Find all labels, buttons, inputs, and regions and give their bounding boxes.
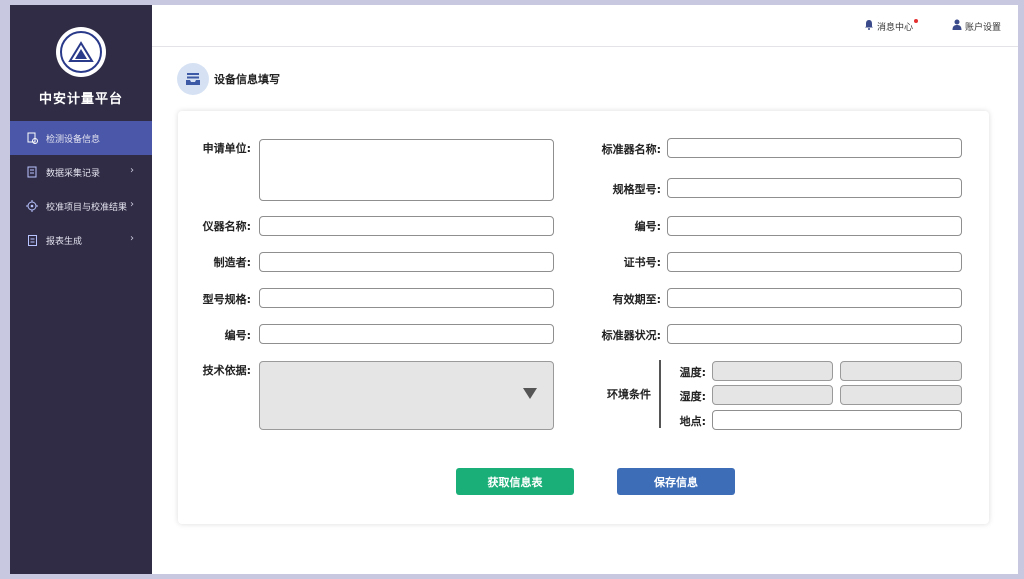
dropdown-triangle-icon — [523, 388, 537, 399]
humidity-label: 湿度: — [679, 390, 706, 403]
serial-label-left: 编号: — [224, 329, 251, 342]
report-icon — [26, 234, 38, 246]
top-bar: 消息中心 账户设置 — [152, 5, 1018, 47]
sidebar-item-device-info[interactable]: 检测设备信息 — [10, 121, 152, 155]
sidebar-item-label: 检测设备信息 — [46, 134, 101, 145]
applicant-textarea[interactable] — [259, 139, 554, 201]
logo — [56, 27, 106, 77]
sidebar: 中安计量平台 检测设备信息 数据采集记录 › 校准项目与校准结果 › 报表生成 … — [10, 5, 152, 574]
serial-input-right[interactable] — [667, 216, 962, 236]
instrument-name-input[interactable] — [259, 216, 554, 236]
sidebar-item-label: 数据采集记录 — [46, 168, 101, 179]
target-icon — [26, 200, 38, 212]
app-frame: 中安计量平台 检测设备信息 数据采集记录 › 校准项目与校准结果 › 报表生成 … — [10, 5, 1018, 574]
logo-emblem-icon — [60, 31, 102, 73]
spec-model-input[interactable] — [667, 178, 962, 198]
std-name-input[interactable] — [667, 138, 962, 158]
std-name-label: 标准器名称: — [601, 143, 661, 156]
chevron-right-icon: › — [130, 199, 134, 210]
cert-no-label: 证书号: — [623, 256, 661, 269]
notification-dot — [914, 18, 919, 23]
chevron-right-icon: › — [130, 165, 134, 176]
section-header: 设备信息填写 — [177, 63, 280, 95]
valid-until-label: 有效期至: — [612, 293, 661, 306]
cert-no-input[interactable] — [667, 252, 962, 272]
device-info-form: 申请单位: 仪器名称: 制造者: 型号规格: 编号: 技术依据: 标准器名称: … — [178, 111, 989, 524]
account-settings-label: 账户设置 — [965, 22, 1002, 33]
sidebar-item-report[interactable]: 报表生成 › — [10, 223, 152, 257]
manufacturer-label: 制造者: — [213, 256, 251, 269]
bell-icon — [864, 19, 877, 33]
data-record-icon — [26, 166, 38, 178]
environment-divider — [659, 360, 661, 428]
section-title: 设备信息填写 — [214, 73, 280, 86]
brand-name: 中安计量平台 — [38, 92, 123, 107]
user-icon — [952, 19, 965, 33]
applicant-label: 申请单位: — [202, 142, 251, 155]
serial-input-left[interactable] — [259, 324, 554, 344]
valid-until-input[interactable] — [667, 288, 962, 308]
inbox-icon — [177, 63, 209, 95]
location-label: 地点: — [679, 415, 706, 428]
sidebar-nav: 检测设备信息 数据采集记录 › 校准项目与校准结果 › 报表生成 › — [10, 121, 152, 257]
spec-model-label: 规格型号: — [612, 183, 661, 196]
humidity-input-2[interactable] — [840, 385, 962, 405]
device-check-icon — [26, 132, 38, 144]
model-label: 型号规格: — [202, 293, 251, 306]
humidity-input-1[interactable] — [712, 385, 833, 405]
std-status-label: 标准器状况: — [601, 329, 661, 342]
sidebar-item-calibration[interactable]: 校准项目与校准结果 › — [10, 189, 152, 223]
std-status-input[interactable] — [667, 324, 962, 344]
chevron-right-icon: › — [130, 233, 134, 244]
fetch-info-button[interactable]: 获取信息表 — [456, 468, 574, 495]
location-input[interactable] — [712, 410, 962, 430]
sidebar-item-label: 校准项目与校准结果 — [46, 202, 128, 213]
model-input[interactable] — [259, 288, 554, 308]
sidebar-item-label: 报表生成 — [46, 236, 83, 247]
temperature-label: 温度: — [679, 366, 706, 379]
technical-basis-select[interactable] — [259, 361, 554, 430]
environment-label: 环境条件 — [607, 388, 651, 401]
temperature-input-2[interactable] — [840, 361, 962, 381]
temperature-input-1[interactable] — [712, 361, 833, 381]
sidebar-item-data-record[interactable]: 数据采集记录 › — [10, 155, 152, 189]
messages-link[interactable]: 消息中心 — [864, 18, 919, 33]
account-settings-link[interactable]: 账户设置 — [952, 19, 1001, 33]
messages-label: 消息中心 — [877, 18, 919, 33]
manufacturer-input[interactable] — [259, 252, 554, 272]
save-info-button[interactable]: 保存信息 — [617, 468, 735, 495]
instrument-name-label: 仪器名称: — [202, 220, 251, 233]
serial-label-right: 编号: — [634, 220, 661, 233]
technical-basis-label: 技术依据: — [202, 364, 251, 377]
messages-text: 消息中心 — [877, 22, 914, 33]
